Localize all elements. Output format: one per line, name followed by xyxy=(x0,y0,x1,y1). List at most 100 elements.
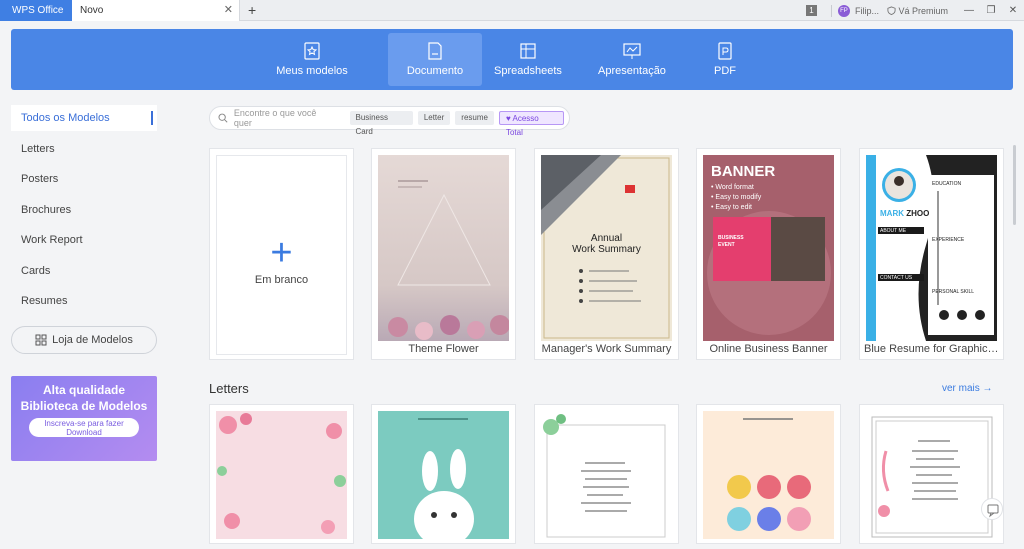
letter-thumbnail xyxy=(866,411,997,539)
rabbit-art xyxy=(414,418,474,539)
thumb-about: ABOUT ME xyxy=(880,228,907,234)
sidebar-item-brochures[interactable]: Brochures xyxy=(11,197,157,223)
template-store-button[interactable]: Loja de Modelos xyxy=(11,326,157,354)
restore-icon[interactable]: ❐ xyxy=(980,5,1002,16)
new-tab-icon[interactable]: + xyxy=(248,0,256,21)
blank-label: Em branco xyxy=(254,274,309,286)
category-spreadsheets[interactable]: Spreadsheets xyxy=(481,33,575,86)
document-icon xyxy=(428,42,442,60)
scrollbar[interactable] xyxy=(1013,145,1016,225)
template-thumbnail: BANNER • Word format • Easy to modify • … xyxy=(703,155,834,341)
presentation-icon xyxy=(623,43,641,59)
thumb-line: BUSINESS xyxy=(718,235,744,241)
avatar[interactable]: FP xyxy=(837,4,850,17)
pdf-icon xyxy=(718,42,732,60)
thumb-experience: EXPERIENCE xyxy=(932,237,965,243)
floral-frame-art xyxy=(217,413,346,534)
document-tab[interactable]: Novo ✕ xyxy=(72,0,240,21)
sidebar-item-cards[interactable]: Cards xyxy=(11,258,157,284)
app-tab[interactable]: WPS Office xyxy=(0,0,72,21)
thumb-contact: CONTACT US xyxy=(880,275,913,281)
blank-thumbnail: + Em branco xyxy=(216,155,347,355)
subscribe-button[interactable]: Inscreva-se para fazer Download xyxy=(29,418,139,437)
template-search[interactable]: Encontre o que você quer Business Card L… xyxy=(209,106,570,137)
thumb-line: EVENT xyxy=(718,242,735,248)
thumb-line: • Easy to edit xyxy=(711,204,752,211)
thumb-education: EDUCATION xyxy=(932,181,962,187)
sidebar-item-letters[interactable]: Letters xyxy=(11,136,157,162)
title-bar: WPS Office Novo ✕ + 1 FP Filip... Vá Pre… xyxy=(0,0,1024,21)
category-document[interactable]: Documento xyxy=(388,33,482,86)
template-thumbnail xyxy=(378,155,509,341)
category-label: Apresentação xyxy=(598,65,666,77)
category-label: Documento xyxy=(406,65,464,77)
thumb-skill: PERSONAL SKILL xyxy=(932,289,975,295)
sidebar-item-work-report[interactable]: Work Report xyxy=(11,227,157,253)
sidebar-item-resumes[interactable]: Resumes xyxy=(11,288,157,314)
minimize-icon[interactable]: — xyxy=(958,5,980,16)
thumb-title: Annual xyxy=(590,233,623,244)
letter-card[interactable] xyxy=(859,404,1004,544)
titlebar-right: 1 FP Filip... Vá Premium — ❐ ✕ xyxy=(805,0,1024,21)
category-my-templates[interactable]: Meus modelos xyxy=(265,33,359,86)
template-name: Theme Flower xyxy=(408,343,479,355)
category-bar: Meus modelos Documento Spreadsheets Apre… xyxy=(11,29,1013,90)
full-access-chip[interactable]: ♥ Acesso Total xyxy=(498,111,564,137)
shield-icon xyxy=(887,5,896,15)
template-card-theme-flower[interactable]: Theme Flower xyxy=(371,148,516,360)
flower-thumbnail-art xyxy=(388,180,509,340)
category-presentation[interactable]: Apresentação xyxy=(585,33,679,86)
letter-card[interactable] xyxy=(371,404,516,544)
user-name[interactable]: Filip... xyxy=(855,6,879,16)
letter-thumbnail xyxy=(216,411,347,539)
letter-card[interactable] xyxy=(534,404,679,544)
premium-link[interactable]: Vá Premium xyxy=(887,6,948,16)
search-chip-business-card[interactable]: Business Card xyxy=(349,111,413,136)
see-more-link[interactable]: ver mais → xyxy=(942,383,993,394)
sidebar-item-posters[interactable]: Posters xyxy=(11,166,157,192)
category-label: Meus modelos xyxy=(276,65,348,77)
chat-icon xyxy=(987,504,999,518)
letter-card[interactable] xyxy=(209,404,354,544)
cute-characters-art xyxy=(727,418,811,531)
category-label: PDF xyxy=(714,65,736,77)
thumb-subtitle: Work Summary xyxy=(572,244,641,255)
premium-label: Vá Premium xyxy=(898,5,948,16)
search-input[interactable]: Encontre o que você quer xyxy=(234,108,336,128)
thumb-banner-lines: • Word format • Easy to modify • Easy to… xyxy=(711,183,761,213)
thumb-name-last: ZHOO xyxy=(906,209,930,218)
leaf-letter-art xyxy=(543,414,666,538)
template-card-business-banner[interactable]: BANNER • Word format • Easy to modify • … xyxy=(696,148,841,360)
thumb-name-first: MARK xyxy=(880,209,904,218)
close-window-icon[interactable]: ✕ xyxy=(1002,5,1024,16)
thumb-banner-title: BANNER xyxy=(711,163,776,180)
search-chip-letter[interactable]: Letter xyxy=(417,111,451,125)
search-chip-resume[interactable]: resume xyxy=(455,111,494,125)
section-title-letters: Letters xyxy=(209,381,249,396)
thumb-line: • Word format xyxy=(711,184,754,191)
document-tab-label: Novo xyxy=(80,5,104,16)
template-thumbnail: Annual Work Summary xyxy=(541,155,672,341)
full-access-label: Acesso Total xyxy=(505,114,539,137)
divider xyxy=(830,4,832,17)
premium-promo-banner[interactable]: Alta qualidade Biblioteca de Modelos Ins… xyxy=(11,376,157,461)
template-card-blue-resume[interactable]: MARK ZHOO ABOUT ME CONTACT US EDUCATION … xyxy=(859,148,1004,360)
letter-card[interactable] xyxy=(696,404,841,544)
close-tab-icon[interactable]: ✕ xyxy=(224,0,233,21)
blank-template-card[interactable]: + Em branco xyxy=(209,148,354,360)
thumb-event-label: BUSINESS EVENT xyxy=(718,235,744,249)
search-icon xyxy=(218,113,228,123)
template-name: Manager's Work Summary xyxy=(541,343,672,355)
template-name: Blue Resume for Graphic D... xyxy=(864,343,1003,355)
sidebar-item-all-templates[interactable]: Todos os Modelos xyxy=(11,105,157,131)
thumb-resume-name: MARK ZHOO xyxy=(880,209,929,218)
category-pdf[interactable]: PDF xyxy=(678,33,772,86)
star-doc-icon xyxy=(304,42,320,60)
template-card-work-summary[interactable]: Annual Work Summary Manager's Work Summa… xyxy=(534,148,679,360)
heart-icon: ♥ xyxy=(505,114,511,123)
workspace-count-badge[interactable]: 1 xyxy=(805,5,817,16)
letter-thumbnail xyxy=(703,411,834,539)
category-label: Spreadsheets xyxy=(494,65,562,77)
store-icon xyxy=(35,334,47,346)
feedback-button[interactable] xyxy=(981,498,1003,520)
